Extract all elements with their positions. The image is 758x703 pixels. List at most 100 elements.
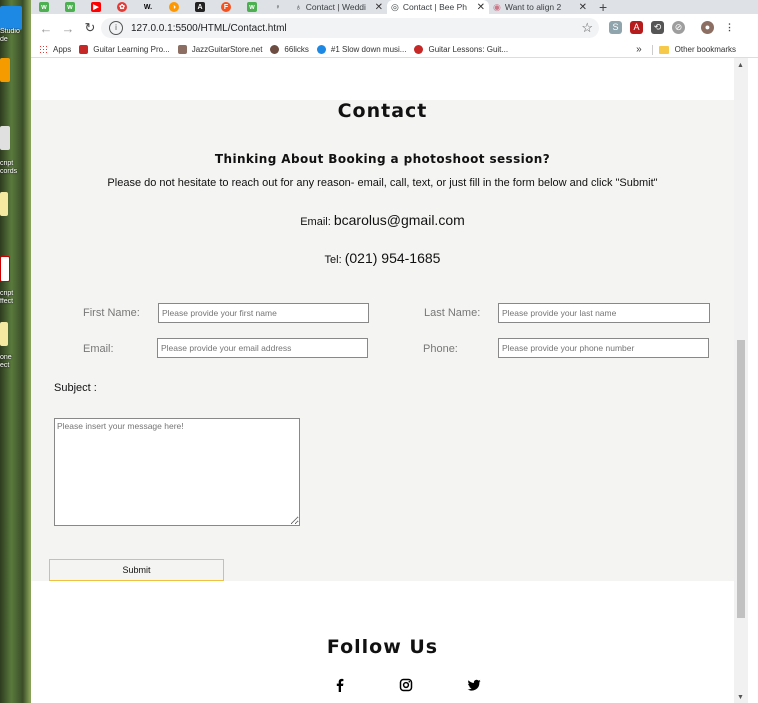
green-tab-icon: w [65, 2, 75, 12]
close-tab-icon[interactable]: ✕ [375, 2, 383, 13]
browser-window: w w ▶ ✿ W. ◑ A F w ♀ ♁ Contact | Weddi ✕… [31, 0, 758, 703]
tab-avatar-icon: ◉ [493, 1, 501, 12]
pinned-tab[interactable]: ♀ [265, 0, 291, 14]
tab-title: Want to align 2 [504, 2, 562, 12]
jazz-site-icon [177, 45, 187, 54]
orange-desktop-icon[interactable] [0, 58, 10, 82]
info-icon[interactable]: i [109, 21, 123, 35]
green-tab-icon: w [39, 2, 49, 12]
first-name-label: First Name: [83, 307, 140, 319]
email-label: Email: [300, 216, 331, 228]
tab-contact-bee[interactable]: ◎ Contact | Bee Ph ✕ [387, 0, 489, 14]
intro-text: Please do not hesitate to reach out for … [107, 177, 658, 189]
scrollbar-thumb[interactable] [737, 340, 745, 618]
last-name-label: Last Name: [424, 307, 481, 319]
subject-label: Subject : [54, 382, 97, 394]
browser-toolbar: ← → ↻ i 127.0.0.1:5500/HTML/Contact.html… [31, 14, 758, 42]
email-field[interactable] [157, 338, 368, 358]
w-icon: W. [143, 3, 153, 11]
close-tab-icon[interactable]: ✕ [477, 2, 485, 13]
profile-avatar[interactable]: ● [701, 21, 714, 34]
music-site-icon [316, 45, 326, 54]
bookmark-label: Guitar Learning Pro... [93, 45, 170, 54]
submit-button[interactable]: Submit [49, 559, 224, 581]
page-title: Contact [337, 100, 428, 122]
desktop-label: cript [0, 160, 14, 167]
follow-us-heading: Follow Us [326, 636, 439, 658]
bookmarks-right: » Other bookmarks [636, 44, 736, 55]
tab-contact-weddi[interactable]: ♁ Contact | Weddi ✕ [291, 0, 387, 14]
tel-label: Tel: [324, 254, 342, 266]
file-desktop-icon[interactable] [0, 126, 10, 150]
file-desktop-icon[interactable] [0, 192, 8, 216]
vscode-desktop-icon[interactable] [0, 6, 22, 30]
pdf-icon[interactable]: A [630, 21, 643, 34]
scroll-down-arrow-icon[interactable]: ▼ [737, 694, 744, 701]
desktop-label: cords [0, 168, 18, 175]
bookmark-guitar-lessons[interactable]: Guitar Lessons: Guit... [414, 45, 508, 54]
desktop-label: one [0, 354, 12, 361]
pinned-tab[interactable]: W. [135, 0, 161, 14]
desktop-label: de [0, 36, 8, 43]
pinned-tab[interactable]: w [31, 0, 57, 14]
bookmarks-overflow-chevron[interactable]: » [636, 44, 642, 55]
bookmark-jazzguitarstore[interactable]: JazzGuitarStore.net [177, 45, 262, 54]
close-tab-icon[interactable]: ✕ [579, 2, 587, 13]
bookmark-label: #1 Slow down musi... [330, 45, 407, 54]
address-bar[interactable]: i 127.0.0.1:5500/HTML/Contact.html ☆ [101, 18, 599, 38]
folder-icon [658, 45, 669, 54]
back-arrow-icon[interactable]: ← [35, 21, 57, 36]
phone-label: Phone: [423, 343, 458, 355]
sync-icon[interactable]: ⟲ [651, 21, 664, 34]
pinned-tab[interactable]: ✿ [109, 0, 135, 14]
file-desktop-icon[interactable] [0, 322, 8, 346]
phone-field[interactable] [498, 338, 709, 358]
other-bookmarks[interactable]: Other bookmarks [675, 45, 736, 54]
red-tab-icon: ✿ [117, 2, 127, 12]
email-field-label: Email: [83, 343, 114, 355]
menu-dots-icon[interactable]: ⋮ [723, 21, 736, 34]
pinned-tab[interactable]: ▶ [83, 0, 109, 14]
a-icon: A [195, 2, 205, 12]
pdf-desktop-icon[interactable] [0, 256, 10, 282]
new-tab-button[interactable]: + [599, 0, 607, 14]
bookmarks-bar: Apps Guitar Learning Pro... JazzGuitarSt… [31, 42, 758, 58]
forward-arrow-icon[interactable]: → [57, 21, 79, 36]
divider [651, 44, 653, 55]
bookmark-star-icon[interactable]: ☆ [581, 20, 593, 36]
reload-icon[interactable]: ↻ [79, 20, 101, 36]
pinned-tab[interactable]: F [213, 0, 239, 14]
bookmark-guitar-learning[interactable]: Guitar Learning Pro... [79, 45, 170, 54]
tab-title: Contact | Weddi [305, 2, 366, 12]
desktop-label: ect [0, 362, 10, 369]
youtube-icon: ▶ [91, 2, 101, 12]
skype-icon[interactable]: S [609, 21, 622, 34]
green-tab-icon: w [247, 2, 257, 12]
facebook-icon[interactable] [333, 678, 347, 692]
extension-icon[interactable]: ⊘ [672, 21, 685, 34]
lessons-site-icon [414, 45, 424, 54]
url-text[interactable]: 127.0.0.1:5500/HTML/Contact.html [131, 23, 287, 34]
pinned-tab[interactable]: w [239, 0, 265, 14]
bookmark-slow-down-music[interactable]: #1 Slow down musi... [316, 45, 407, 54]
page-scrollbar[interactable]: ▲ ▼ [734, 58, 748, 703]
twitter-icon[interactable] [467, 678, 481, 692]
bookmark-66licks[interactable]: 66licks [270, 45, 309, 54]
first-name-field[interactable] [158, 303, 369, 323]
desktop-label: Studio [0, 28, 20, 35]
bookmark-apps[interactable]: Apps [39, 45, 71, 54]
tab-want-to-align[interactable]: ◉ Want to align 2 ✕ [489, 0, 591, 14]
pinned-tab[interactable]: A [187, 0, 213, 14]
scroll-up-arrow-icon[interactable]: ▲ [737, 62, 744, 69]
licks-site-icon [270, 45, 280, 54]
last-name-field[interactable] [498, 303, 710, 323]
pinned-tab[interactable]: ◑ [161, 0, 187, 14]
email-info: Email: bcarolus@gmail.com [31, 212, 734, 228]
tel-value: (021) 954-1685 [344, 250, 441, 266]
f-icon: F [221, 2, 231, 12]
apps-grid-icon [39, 45, 48, 54]
page-viewport: Contact Thinking About Booking a photosh… [31, 58, 734, 703]
pinned-tab[interactable]: w [57, 0, 83, 14]
instagram-icon[interactable] [399, 678, 413, 692]
message-textarea[interactable] [54, 418, 300, 526]
